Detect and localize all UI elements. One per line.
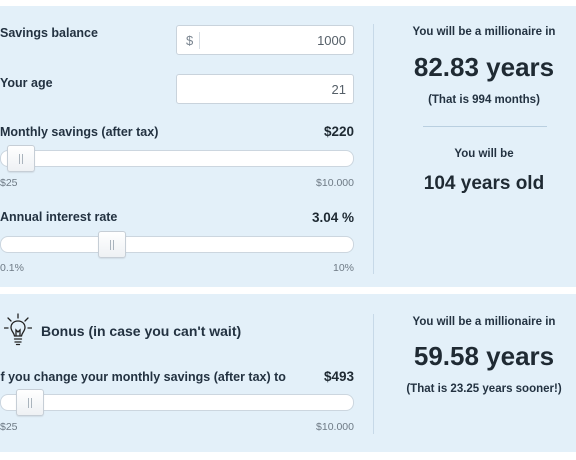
bonus-savings-min: $25 — [0, 421, 18, 433]
millionaire-label: You will be a millionaire in — [412, 26, 556, 38]
bonus-change-label: If you change your monthly savings (afte… — [0, 370, 286, 384]
interest-rate-slider[interactable] — [0, 231, 354, 258]
months-to-million: (That is 994 months) — [428, 94, 540, 106]
bonus-title: Bonus (in case you can't wait) — [41, 323, 242, 339]
monthly-savings-slider-thumb[interactable] — [7, 145, 35, 172]
monthly-savings-min: $25 — [0, 177, 18, 189]
bonus-savings-slider[interactable] — [0, 389, 354, 416]
bonus-savings-slider-thumb[interactable] — [16, 389, 44, 416]
interest-rate-label: Annual interest rate — [0, 210, 118, 224]
age-input[interactable]: 21 — [176, 74, 354, 104]
monthly-savings-max: $10.000 — [316, 177, 354, 189]
bonus-savings-value: $493 — [323, 369, 354, 384]
grip-line — [28, 398, 29, 408]
savings-balance-input[interactable]: $ 1000 — [176, 25, 354, 55]
monthly-savings-slider[interactable] — [0, 145, 354, 172]
currency-separator — [199, 32, 200, 49]
grip-line — [113, 240, 114, 250]
results-separator — [423, 126, 547, 127]
monthly-savings-value: $220 — [323, 124, 354, 139]
interest-rate-min: 0.1% — [0, 262, 24, 274]
savings-balance-value: 1000 — [317, 33, 346, 48]
age-label: Your age — [0, 76, 53, 90]
bonus-millionaire-label: You will be a millionaire in — [412, 316, 556, 328]
lightbulb-icon — [4, 313, 32, 346]
grip-line — [31, 398, 32, 408]
years-to-million: 82.83 years — [413, 52, 555, 82]
bonus-years-sooner: (That is 23.25 years sooner!) — [406, 383, 562, 395]
age-value: 21 — [331, 82, 346, 97]
age-at-million: 104 years old — [423, 173, 545, 194]
interest-rate-value: 3.04 % — [311, 210, 354, 225]
grip-line — [22, 154, 23, 164]
results-divider — [373, 24, 374, 274]
age-result-label: You will be — [454, 148, 514, 160]
savings-balance-label: Savings balance — [0, 26, 98, 40]
currency-symbol: $ — [186, 33, 194, 48]
bonus-savings-max: $10.000 — [316, 421, 354, 433]
interest-rate-max: 10% — [332, 262, 354, 274]
monthly-savings-label: Monthly savings (after tax) — [0, 125, 159, 139]
grip-line — [19, 154, 20, 164]
interest-rate-slider-thumb[interactable] — [98, 231, 126, 258]
bonus-years-to-million: 59.58 years — [413, 341, 555, 371]
bonus-results-divider — [373, 314, 374, 434]
grip-line — [110, 240, 111, 250]
